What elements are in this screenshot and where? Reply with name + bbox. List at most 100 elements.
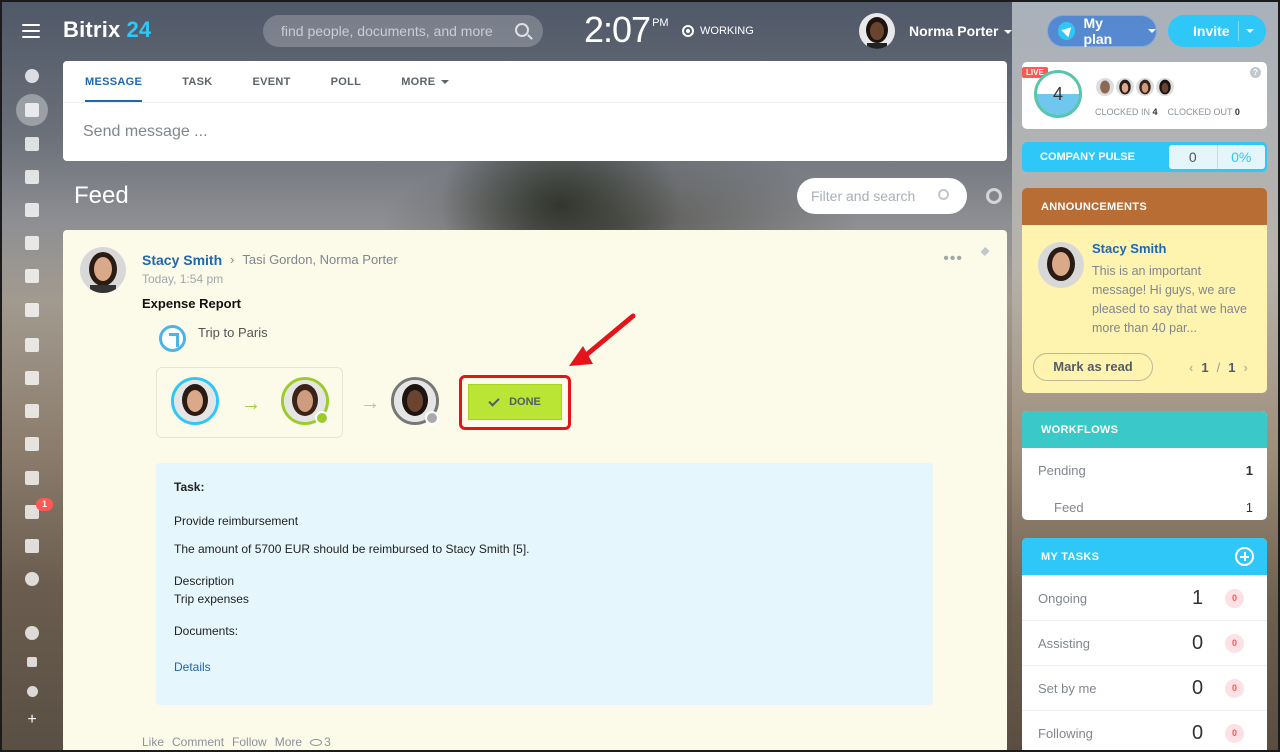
filter-placeholder: Filter and search (811, 188, 916, 204)
announcement-pager: ‹ 1 / 1 › (1189, 360, 1248, 375)
like-link[interactable]: Like (142, 735, 164, 749)
chevron-down-icon (1004, 30, 1013, 35)
user-avatar (859, 13, 895, 49)
post-composer: MESSAGE TASK EVENT POLL MORE Send messag… (63, 61, 1007, 161)
author-avatar[interactable] (80, 247, 126, 293)
more-icon[interactable] (22, 569, 42, 589)
clocked-in-label: CLOCKED IN (1095, 107, 1151, 117)
settings-icon[interactable] (22, 681, 42, 701)
pin-icon[interactable] (979, 248, 991, 260)
task-counter-badge: 0 (1225, 723, 1244, 743)
documents-icon[interactable] (22, 200, 42, 220)
arrow-right-icon: → (360, 392, 380, 414)
tasks-icon[interactable] (22, 335, 42, 355)
calendar-icon[interactable] (22, 167, 42, 187)
clock[interactable]: 2:07 PM (584, 9, 669, 51)
chevron-down-icon (441, 80, 450, 85)
documents-label: Documents: (174, 624, 239, 638)
chevron-left-icon[interactable]: ‹ (1189, 360, 1193, 375)
follow-link[interactable]: Follow (232, 735, 267, 749)
comment-link[interactable]: Comment (172, 735, 224, 749)
sites-icon[interactable] (22, 401, 42, 421)
invite-button[interactable]: Invite (1168, 15, 1266, 47)
my-plan-button[interactable]: My plan (1047, 15, 1157, 47)
announcement-text[interactable]: This is an important message! Hi guys, w… (1092, 262, 1252, 338)
invite-dropdown-icon[interactable] (1246, 29, 1254, 33)
chevron-right-icon[interactable]: › (1243, 360, 1247, 375)
more-link[interactable]: More (275, 735, 302, 749)
message-input[interactable]: Send message ... (63, 103, 1007, 161)
task-row-set-by-me[interactable]: Set by me 0 0 (1022, 665, 1267, 710)
mark-as-read-button[interactable]: Mark as read (1033, 353, 1153, 381)
tab-more[interactable]: MORE (401, 61, 450, 102)
user-menu[interactable]: Norma Porter (859, 13, 1013, 49)
help-icon[interactable]: ? (1250, 67, 1261, 78)
announcement-author-avatar[interactable] (1038, 242, 1084, 288)
tab-event[interactable]: EVENT (252, 61, 290, 102)
tab-poll[interactable]: POLL (331, 61, 362, 102)
work-status[interactable]: WORKING (682, 25, 754, 37)
drive-icon[interactable] (22, 233, 42, 253)
task-details: Task: Provide reimbursement The amount o… (156, 463, 933, 705)
done-button[interactable]: DONE (468, 384, 562, 420)
rocket-icon (1058, 22, 1076, 40)
task-row-assisting[interactable]: Assisting 0 0 (1022, 620, 1267, 665)
company-pulse[interactable]: COMPANY PULSE 0 0% (1022, 142, 1267, 172)
search-icon[interactable] (515, 23, 529, 37)
workflow-count: 1 (1245, 500, 1253, 515)
done-label: DONE (509, 396, 541, 408)
task-row-following[interactable]: Following 0 0 (1022, 710, 1267, 752)
tab-task[interactable]: TASK (182, 61, 212, 102)
task-count: 0 (1192, 721, 1204, 744)
pending-clock-icon (425, 411, 439, 425)
my-tasks-widget: MY TASKS Ongoing 1 0 Assisting 0 0 Set b… (1022, 538, 1267, 752)
post-author[interactable]: Stacy Smith (142, 252, 222, 268)
recipients-list[interactable]: Tasi Gordon, Norma Porter (242, 252, 397, 267)
announcement-author[interactable]: Stacy Smith (1092, 241, 1166, 256)
avatar[interactable] (1134, 76, 1156, 98)
my-tasks-title: MY TASKS (1041, 551, 1100, 563)
avatar[interactable] (1114, 76, 1136, 98)
feed-icon[interactable] (16, 94, 48, 126)
activity-stream-icon[interactable] (22, 66, 42, 86)
workflow-row-feed[interactable]: Feed 1 (1054, 500, 1253, 515)
task-count: 0 (1192, 631, 1204, 654)
inventory-icon[interactable] (22, 536, 42, 556)
add-task-icon[interactable] (1235, 547, 1254, 566)
sign-icon[interactable] (22, 434, 42, 454)
details-link[interactable]: Details (174, 660, 915, 674)
contact-center-icon[interactable] (22, 468, 42, 488)
clocked-in-avatars (1094, 76, 1176, 98)
clock-ampm: PM (652, 17, 669, 29)
logo[interactable]: Bitrix 24 (63, 17, 151, 43)
top-header: Bitrix 24 find people, documents, and mor… (0, 0, 1280, 62)
search-input[interactable]: find people, documents, and more (263, 15, 543, 47)
menu-icon[interactable] (22, 24, 40, 38)
post-title: Expense Report (142, 296, 241, 311)
task-row-ongoing[interactable]: Ongoing 1 0 (1022, 575, 1267, 620)
chevron-right-icon: › (230, 252, 235, 267)
mail-icon[interactable] (22, 266, 42, 286)
announcements-widget: ANNOUNCEMENTS Stacy Smith This is an imp… (1022, 188, 1267, 393)
initiator-avatar[interactable] (171, 377, 219, 425)
clocked-stats: CLOCKED IN 4 CLOCKED OUT 0 (1095, 107, 1240, 117)
workflow-row-pending[interactable]: Pending 1 (1038, 463, 1253, 478)
avatar[interactable] (1094, 76, 1116, 98)
add-icon[interactable]: + (22, 710, 42, 730)
filter-search-input[interactable]: Filter and search (797, 178, 967, 214)
task-count: 0 (1192, 676, 1204, 699)
company-icon[interactable] (22, 368, 42, 388)
sitemap-icon[interactable] (22, 652, 42, 672)
clocked-in-counter[interactable]: 4 (1034, 70, 1082, 118)
tab-message[interactable]: MESSAGE (85, 61, 143, 102)
page-separator: / (1216, 360, 1221, 375)
post-actions: Like Comment Follow More 3 (142, 735, 331, 749)
chat-icon[interactable] (22, 134, 42, 154)
avatar[interactable] (1154, 76, 1176, 98)
post-time[interactable]: Today, 1:54 pm (142, 272, 223, 286)
gear-icon[interactable] (986, 188, 1002, 204)
help-icon[interactable] (22, 623, 42, 643)
more-options-icon[interactable]: ••• (943, 250, 963, 268)
groups-icon[interactable] (22, 300, 42, 320)
eye-icon (310, 738, 323, 746)
